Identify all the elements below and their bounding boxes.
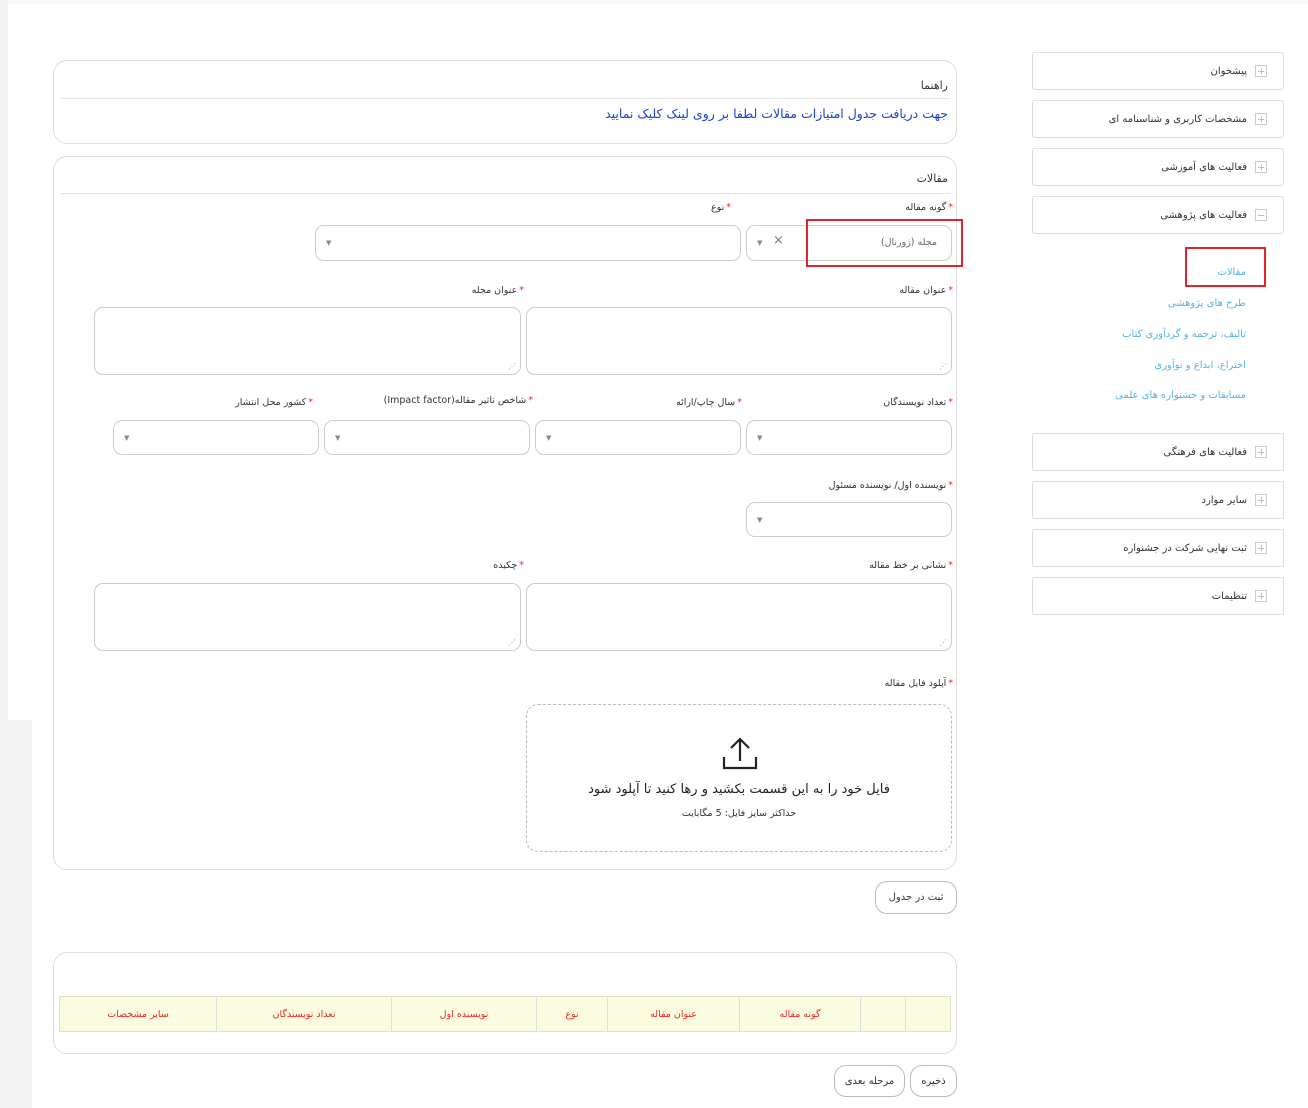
online-url-textarea[interactable]: ⋰ [526,583,952,651]
country-label: *کشور محل انتشار [235,397,313,408]
table-header-cell [860,997,905,1031]
table-header-kind: گونه مقاله [739,997,860,1031]
minus-icon [1255,209,1267,221]
sidebar-item-dashboard[interactable]: پیشخوان [1032,52,1284,90]
chevron-down-icon: ▼ [757,515,763,524]
authors-count-label: *تعداد نویسندگان [883,397,953,408]
sidebar-item-label: فعالیت های فرهنگی [1163,446,1248,458]
plus-icon [1255,65,1267,77]
upload-icon [722,737,758,770]
table-header-type: نوع [536,997,607,1031]
plus-icon [1255,542,1267,554]
first-author-select[interactable]: ▼ [746,502,952,537]
impact-factor-select[interactable]: ▼ [324,420,530,455]
form-title: مقالات [916,172,948,185]
submenu-item-research-projects[interactable]: طرح های پژوهشی [1168,298,1246,309]
article-title-label: *عنوان مقاله [899,285,953,296]
journal-title-textarea[interactable]: ⋰ [94,307,521,375]
chevron-down-icon: ▼ [124,433,130,442]
abstract-label: *چکیده [493,560,524,571]
resize-grip-icon[interactable]: ⋰ [939,639,947,647]
chevron-down-icon: ▼ [757,433,763,442]
sidebar-item-label: فعالیت های آموزشی [1161,161,1247,173]
first-author-label: *نویسنده اول/ نویسنده مسئول [828,480,953,491]
plus-icon [1255,494,1267,506]
plus-icon [1255,446,1267,458]
table-header-authors-count: تعداد نویسندگان [216,997,391,1031]
sidebar-item-profile[interactable]: مشخصات کاربری و شناسنامه ای [1032,100,1284,138]
score-table-link[interactable]: جهت دریافت جدول امتیازات مقالات لطفا بر … [605,106,948,121]
authors-count-select[interactable]: ▼ [746,420,952,455]
guide-title: راهنما [920,79,948,92]
sidebar-item-education[interactable]: فعالیت های آموزشی [1032,148,1284,186]
article-title-textarea[interactable]: ⋰ [526,307,952,375]
sidebar-item-label: فعالیت های پژوهشی [1160,209,1247,221]
chevron-down-icon: ▼ [546,433,552,442]
table-header-title: عنوان مقاله [607,997,739,1031]
sidebar-item-label: تنظیمات [1211,590,1247,602]
submenu-item-inventions[interactable]: اختراع، ابداع و نوآوری [1154,360,1246,371]
highlight-box-article-kind [806,219,963,267]
impact-factor-label: *شاخص تاثیر مقاله(Impact factor) [383,395,533,406]
plus-icon [1255,590,1267,602]
sidebar-item-settings[interactable]: تنظیمات [1032,577,1284,615]
plus-icon [1255,161,1267,173]
type-select[interactable]: ▼ [315,225,741,261]
next-step-button[interactable]: مرحله بعدی [834,1065,905,1097]
sidebar-item-other[interactable]: سایر موارد [1032,481,1284,519]
table-header-first-author: نویسنده اول [391,997,536,1031]
upload-max-size: حداکثر سایز فایل: 5 مگابایت [681,808,797,819]
guide-panel: راهنما جهت دریافت جدول امتیازات مقالات ل… [53,60,957,144]
upload-label: *آپلود فایل مقاله [884,678,953,689]
upload-hint: فایل خود را به این قسمت بکشید و رها کنید… [588,782,890,797]
chevron-down-icon: ▼ [757,239,763,247]
clear-icon[interactable]: × [773,233,784,248]
type-label: *نوع [711,202,731,213]
add-to-table-button[interactable]: ثبت در جدول [875,881,957,914]
highlight-box-articles [1185,247,1266,287]
resize-grip-icon[interactable]: ⋰ [508,363,516,371]
sidebar-item-label: مشخصات کاربری و شناسنامه ای [1108,113,1247,125]
pub-year-select[interactable]: ▼ [535,420,741,455]
sidebar-item-research[interactable]: فعالیت های پژوهشی [1032,196,1284,234]
sidebar-item-final-registration[interactable]: ثبت نهایی شرکت در جشنواره [1032,529,1284,567]
online-url-label: *نشانی بر خط مقاله [869,560,953,571]
abstract-textarea[interactable]: ⋰ [94,583,521,651]
country-select[interactable]: ▼ [113,420,319,455]
sidebar-item-label: سایر موارد [1201,494,1248,506]
submenu-item-books[interactable]: تالیف، ترجمه و گردآوری کتاب [1122,329,1246,340]
pub-year-label: *سال چاپ/ارائه [675,397,742,408]
chevron-down-icon: ▼ [335,433,341,442]
journal-title-label: *عنوان مجله [471,285,524,296]
sidebar-item-label: پیشخوان [1210,65,1247,77]
resize-grip-icon[interactable]: ⋰ [508,639,516,647]
table-header-cell [905,997,950,1031]
article-kind-label: *گونه مقاله [905,202,953,213]
chevron-down-icon: ▼ [326,239,332,247]
file-dropzone[interactable]: فایل خود را به این قسمت بکشید و رها کنید… [526,704,952,852]
table-header-other: سایر مشخصات [107,1008,169,1020]
articles-table-header: گونه مقاله عنوان مقاله نوع نویسنده اول ت… [59,996,951,1032]
submenu-item-competitions[interactable]: مسابقات و جشنواره های علمی [1115,390,1246,401]
sidebar-item-label: ثبت نهایی شرکت در جشنواره [1123,542,1247,554]
resize-grip-icon[interactable]: ⋰ [939,363,947,371]
sidebar-item-cultural[interactable]: فعالیت های فرهنگی [1032,433,1284,471]
plus-icon [1255,113,1267,125]
save-button[interactable]: ذخیره [910,1065,957,1097]
